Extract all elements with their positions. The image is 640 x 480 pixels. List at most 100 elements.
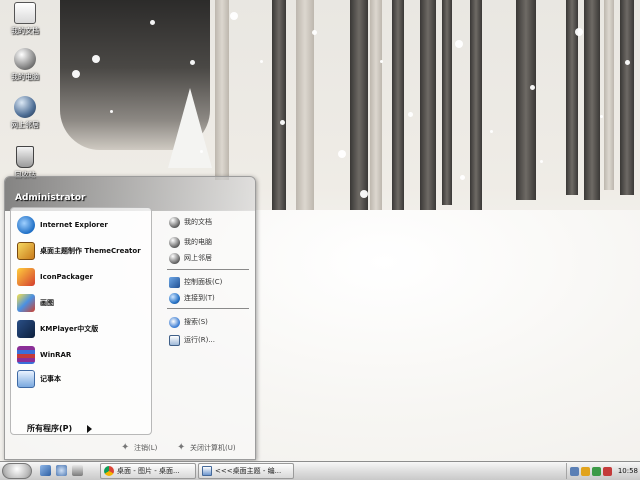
- tray-qq-icon[interactable]: [580, 466, 590, 476]
- control-panel-icon: [169, 276, 180, 288]
- iconpackager-icon: [17, 268, 35, 286]
- place-my-documents[interactable]: 我的文档: [169, 215, 253, 229]
- snowflake: [200, 150, 203, 153]
- tray-security-icon[interactable]: [602, 466, 612, 476]
- start-button[interactable]: [2, 463, 32, 479]
- logoff-button[interactable]: ✦ 注销(L): [121, 443, 157, 453]
- snowflake: [312, 30, 317, 35]
- desktop-icon-network[interactable]: 网上邻居: [0, 96, 50, 130]
- tree-trunk: [584, 0, 600, 200]
- snowflake: [92, 55, 100, 63]
- kmplayer-icon: [17, 320, 35, 338]
- program-winrar[interactable]: WinRAR: [17, 344, 151, 366]
- tree-trunk: [470, 0, 482, 210]
- program-iconpackager[interactable]: IconPackager: [17, 266, 151, 288]
- tray-arrow-icon[interactable]: [570, 466, 579, 476]
- connect-to-icon: [169, 292, 180, 304]
- tree-trunk: [620, 0, 634, 195]
- show-desktop-icon[interactable]: [40, 465, 51, 476]
- places-panel: 我的文档 我的电脑 网上邻居 控制面板(C) 连接到(T) 搜索(S) 运行(R…: [165, 207, 253, 435]
- computer-icon: [14, 48, 36, 70]
- recycle-bin-icon: [16, 146, 34, 168]
- snowflake: [72, 70, 80, 78]
- action-label: 搜索(S): [184, 318, 208, 326]
- start-menu-footer: ✦ 注销(L) ✦ 关闭计算机(U): [5, 439, 255, 459]
- place-network[interactable]: 网上邻居: [169, 251, 253, 265]
- snowflake: [540, 160, 543, 163]
- program-label: 桌面主题制作 ThemeCreator: [40, 247, 141, 255]
- desktop-icon-my-computer[interactable]: 我的电脑: [0, 48, 50, 82]
- snowflake: [150, 20, 155, 25]
- system-label: 控制面板(C): [184, 278, 223, 286]
- quick-launch-media-icon[interactable]: [72, 465, 83, 476]
- place-label: 我的文档: [184, 218, 212, 226]
- key-icon: ✦: [121, 442, 130, 453]
- program-paint[interactable]: 画图: [17, 292, 151, 314]
- paint-icon: [17, 294, 35, 312]
- wallpaper-pine-tree: [168, 88, 212, 168]
- snowflake: [490, 130, 493, 133]
- snowflake: [455, 40, 463, 48]
- system-tray: 10:58: [566, 463, 638, 479]
- computer-icon: [169, 236, 180, 248]
- search-icon: [169, 316, 180, 328]
- place-label: 网上邻居: [184, 254, 212, 262]
- desktop-icon-label: 我的电脑: [11, 73, 39, 81]
- program-label: 画图: [40, 299, 54, 307]
- place-label: 我的电脑: [184, 238, 212, 246]
- action-search[interactable]: 搜索(S): [169, 315, 253, 329]
- snowflake: [260, 60, 263, 63]
- taskbar-button-label: <<<桌面主题 - 编...: [215, 467, 282, 475]
- winrar-icon: [17, 346, 35, 364]
- system-control-panel[interactable]: 控制面板(C): [169, 275, 253, 289]
- chrome-icon: [104, 466, 114, 476]
- program-label: Internet Explorer: [40, 221, 108, 229]
- program-internet-explorer[interactable]: Internet Explorer: [17, 214, 151, 236]
- program-kmplayer[interactable]: KMPlayer中文版: [17, 318, 151, 340]
- quick-launch-ie-icon[interactable]: [56, 465, 67, 476]
- shutdown-label: 关闭计算机(U): [190, 444, 236, 452]
- taskbar-button-theme[interactable]: <<<桌面主题 - 编...: [198, 463, 294, 479]
- program-theme-creator[interactable]: 桌面主题制作 ThemeCreator: [17, 240, 151, 262]
- pinned-programs-panel: Internet Explorer 桌面主题制作 ThemeCreator Ic…: [10, 207, 152, 435]
- all-programs-button[interactable]: 所有程序(P): [27, 423, 72, 434]
- clock[interactable]: 10:58: [618, 467, 638, 475]
- program-label: KMPlayer中文版: [40, 325, 99, 333]
- shutdown-button[interactable]: ✦ 关闭计算机(U): [177, 443, 236, 453]
- run-icon: [169, 334, 180, 346]
- tree-trunk: [442, 0, 452, 205]
- action-label: 运行(R)...: [184, 336, 216, 344]
- internet-explorer-icon: [17, 216, 35, 234]
- desktop-icon-label: 我的文档: [11, 27, 39, 35]
- theme-creator-icon: [17, 242, 35, 260]
- desktop-icon-label: 网上邻居: [11, 121, 39, 129]
- program-label: WinRAR: [40, 351, 72, 359]
- tray-network-icon[interactable]: [591, 466, 601, 476]
- snowflake: [110, 110, 113, 113]
- taskbar: 桌面 - 图片 - 桌面... <<<桌面主题 - 编... 10:58: [0, 461, 640, 480]
- chevron-right-icon: [87, 425, 92, 433]
- snowflake: [625, 60, 630, 65]
- notepad-icon: [17, 370, 35, 388]
- program-label: IconPackager: [40, 273, 93, 281]
- tree-trunk: [420, 0, 436, 210]
- system-connect-to[interactable]: 连接到(T): [169, 291, 253, 305]
- snowflake: [280, 120, 285, 125]
- tree-trunk: [370, 0, 382, 230]
- place-my-computer[interactable]: 我的电脑: [169, 235, 253, 249]
- program-notepad[interactable]: 记事本: [17, 368, 151, 390]
- taskbar-button-browser[interactable]: 桌面 - 图片 - 桌面...: [100, 463, 196, 479]
- snowflake: [380, 60, 383, 63]
- desktop-icon-my-documents[interactable]: 我的文档: [0, 2, 50, 36]
- start-menu: Administrator Internet Explorer 桌面主题制作 T…: [4, 176, 256, 460]
- action-run[interactable]: 运行(R)...: [169, 333, 253, 347]
- tree-trunk: [215, 0, 229, 180]
- snowflake: [338, 150, 346, 158]
- network-icon: [14, 96, 36, 118]
- menu-divider: [167, 269, 249, 270]
- snowflake: [460, 175, 465, 180]
- desktop-icon-recycle-bin[interactable]: 回收站: [0, 146, 50, 180]
- window-icon: [202, 466, 212, 476]
- power-icon: ✦: [177, 442, 186, 453]
- snowflake: [575, 28, 583, 36]
